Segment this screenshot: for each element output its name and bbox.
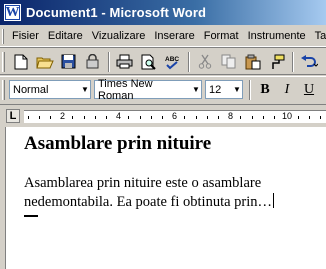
toolbar-grip[interactable]: [2, 51, 5, 72]
toolbar-separator: [108, 51, 110, 72]
standard-toolbar: ABC: [0, 49, 326, 75]
menu-instrumente[interactable]: Instrumente: [244, 30, 311, 42]
paragraph-line: nedemontabila. Ea poate fi obtinuta prin…: [24, 194, 273, 210]
ruler-strip[interactable]: 2 4 6 8 10: [24, 110, 326, 123]
menu-editare[interactable]: Editare: [44, 30, 88, 42]
page-left-margin: [0, 127, 6, 269]
menu-format[interactable]: Format: [200, 30, 244, 42]
toolbar-separator: [292, 51, 294, 72]
print-icon[interactable]: [113, 51, 136, 73]
font-size-value: 12: [209, 83, 222, 96]
menu-bar-grip[interactable]: [2, 28, 4, 44]
chevron-down-icon[interactable]: ▼: [191, 85, 201, 94]
cut-icon[interactable]: [193, 51, 216, 73]
toolbar-separator: [249, 79, 251, 100]
formatting-toolbar: Normal ▼ Times New Roman ▼ 12 ▼ B I U: [0, 76, 326, 102]
svg-text:ABC: ABC: [165, 56, 179, 63]
ruler-label: 6: [172, 111, 178, 121]
font-select-value: Times New Roman: [98, 77, 153, 102]
style-select[interactable]: Normal ▼: [9, 80, 91, 99]
document-paragraph: Asamblarea prin nituire este o asamblare…: [24, 174, 314, 212]
document-page[interactable]: Asamblare prin nituire Asamblarea prin n…: [0, 127, 326, 269]
document-heading: Asamblare prin nituire: [24, 133, 212, 154]
style-select-value: Normal: [13, 83, 49, 96]
horizontal-ruler: L 2 4 6 8 10: [0, 104, 326, 126]
ruler-label: 2: [60, 111, 66, 121]
toolbar-grip[interactable]: [2, 79, 5, 100]
tab-selector-icon[interactable]: L: [6, 109, 20, 123]
menu-bar: Fisier Editare Vizualizare Inserare Form…: [0, 26, 326, 47]
ruler-label: 8: [228, 111, 234, 121]
new-document-icon[interactable]: [9, 51, 32, 73]
open-folder-icon[interactable]: [33, 51, 56, 73]
word-app-icon[interactable]: W: [4, 4, 21, 21]
font-select[interactable]: Times New Roman ▼: [94, 77, 202, 102]
end-of-document-mark: [24, 215, 38, 217]
toolbar-separator: [188, 51, 190, 72]
save-icon[interactable]: [57, 51, 80, 73]
ruler-label: 4: [116, 111, 122, 121]
menu-vizualizare[interactable]: Vizualizare: [88, 30, 151, 42]
paste-icon[interactable]: [241, 51, 264, 73]
italic-button[interactable]: I: [276, 79, 298, 101]
window-title: Document1 - Microsoft Word: [26, 5, 207, 20]
paragraph-line: Asamblarea prin nituire este o asamblare: [24, 175, 262, 191]
spelling-icon[interactable]: ABC: [161, 51, 184, 73]
underline-button[interactable]: U: [298, 79, 320, 101]
copy-icon[interactable]: [217, 51, 240, 73]
permission-icon[interactable]: [81, 51, 104, 73]
menu-tabel[interactable]: Ta: [311, 30, 326, 42]
chevron-down-icon[interactable]: ▼: [232, 85, 242, 94]
chevron-down-icon[interactable]: ▼: [80, 85, 90, 94]
ruler-label: 10: [282, 111, 293, 121]
format-painter-icon[interactable]: [265, 51, 288, 73]
bold-button[interactable]: B: [254, 79, 276, 101]
font-size-select[interactable]: 12 ▼: [205, 80, 243, 99]
text-caret: [273, 193, 275, 208]
title-bar: W Document1 - Microsoft Word: [0, 0, 326, 25]
undo-icon[interactable]: [297, 51, 320, 73]
menu-fisier[interactable]: Fisier: [8, 30, 44, 42]
menu-inserare[interactable]: Inserare: [150, 30, 199, 42]
print-preview-icon[interactable]: [137, 51, 160, 73]
